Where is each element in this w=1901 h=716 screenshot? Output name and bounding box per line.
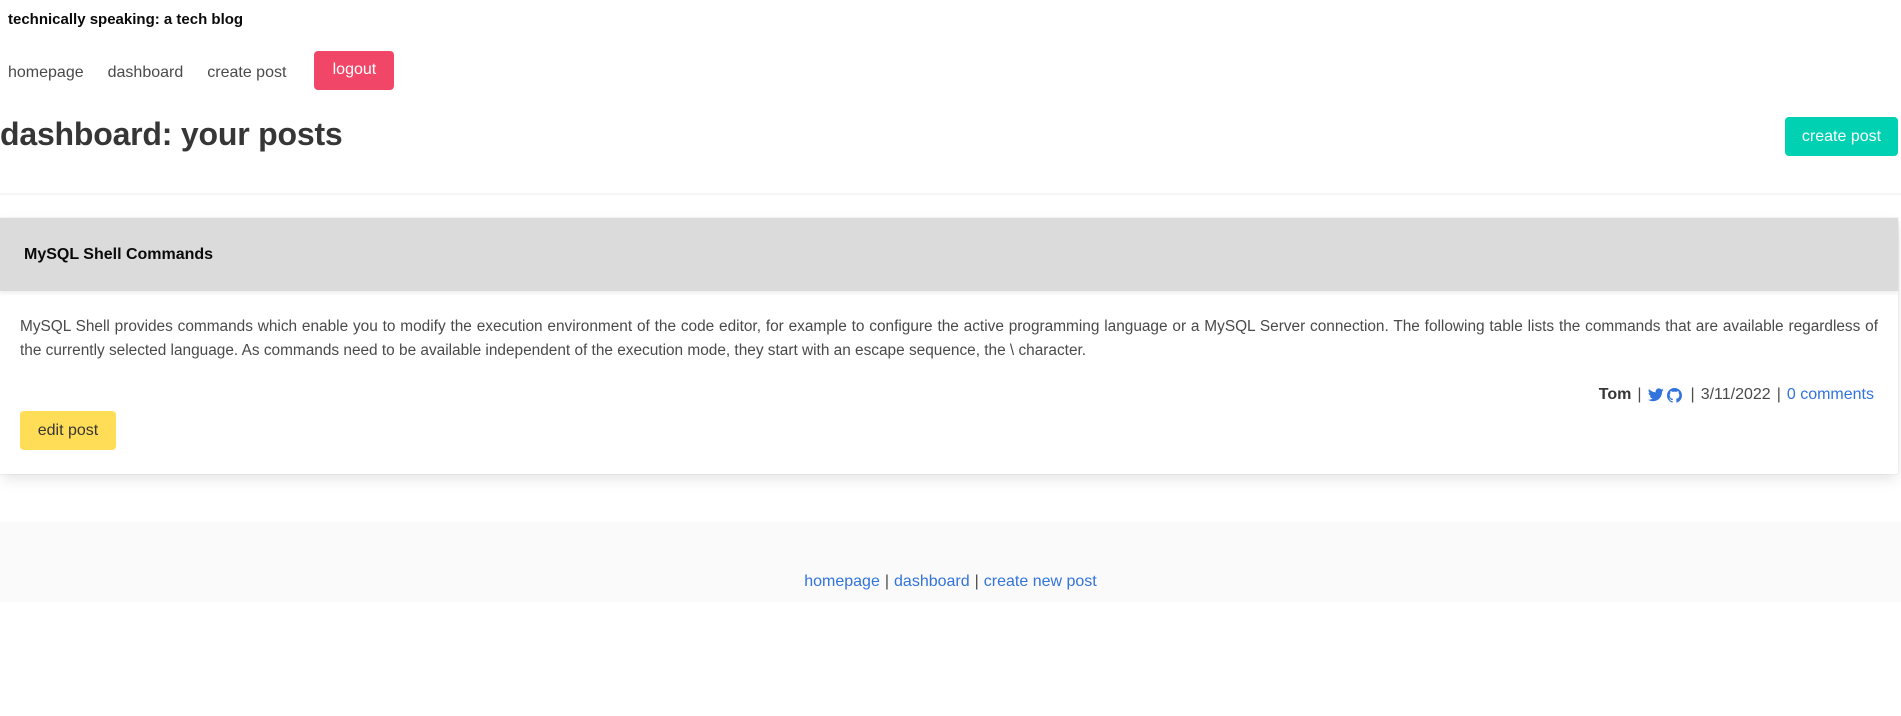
twitter-icon[interactable] xyxy=(1647,388,1664,402)
footer-links: homepage | dashboard | create new post xyxy=(0,573,1901,591)
post-author: Tom xyxy=(1598,386,1632,403)
page-title: dashboard: your posts xyxy=(0,116,343,152)
site-title: technically speaking: a tech blog xyxy=(8,11,244,28)
divider xyxy=(0,193,1901,195)
meta-separator: | xyxy=(1690,386,1695,403)
meta-separator: | xyxy=(1776,386,1781,403)
post-title: MySQL Shell Commands xyxy=(24,245,214,263)
nav-dashboard-link[interactable]: dashboard xyxy=(108,64,184,82)
github-icon[interactable] xyxy=(1666,387,1682,403)
post-card: MySQL Shell Commands MySQL Shell provide… xyxy=(0,218,1898,474)
post-date: 3/11/2022 xyxy=(1700,386,1771,403)
footer-separator: | xyxy=(974,573,979,590)
comments-link[interactable]: 0 comments xyxy=(1787,386,1874,404)
create-post-button[interactable]: create post xyxy=(1785,117,1898,156)
edit-post-button[interactable]: edit post xyxy=(20,411,116,450)
logout-button[interactable]: logout xyxy=(314,50,395,90)
nav-homepage-link[interactable]: homepage xyxy=(8,64,84,82)
main-nav: homepage dashboard create post logout xyxy=(8,50,395,93)
footer-dashboard-link[interactable]: dashboard xyxy=(894,573,970,590)
post-meta: Tom | | 3/11/2022 | 0 comments xyxy=(1599,386,1874,404)
footer-separator: | xyxy=(884,573,890,590)
post-body: MySQL Shell provides commands which enab… xyxy=(20,318,1878,359)
footer-create-new-post-link[interactable]: create new post xyxy=(984,573,1097,590)
footer-homepage-link[interactable]: homepage xyxy=(804,573,880,590)
footer: homepage | dashboard | create new post xyxy=(0,522,1901,602)
post-card-header[interactable]: MySQL Shell Commands xyxy=(0,218,1898,291)
nav-create-post-link[interactable]: create post xyxy=(207,64,286,82)
post-card-body: MySQL Shell provides commands which enab… xyxy=(0,291,1898,363)
meta-separator: | xyxy=(1637,386,1642,403)
